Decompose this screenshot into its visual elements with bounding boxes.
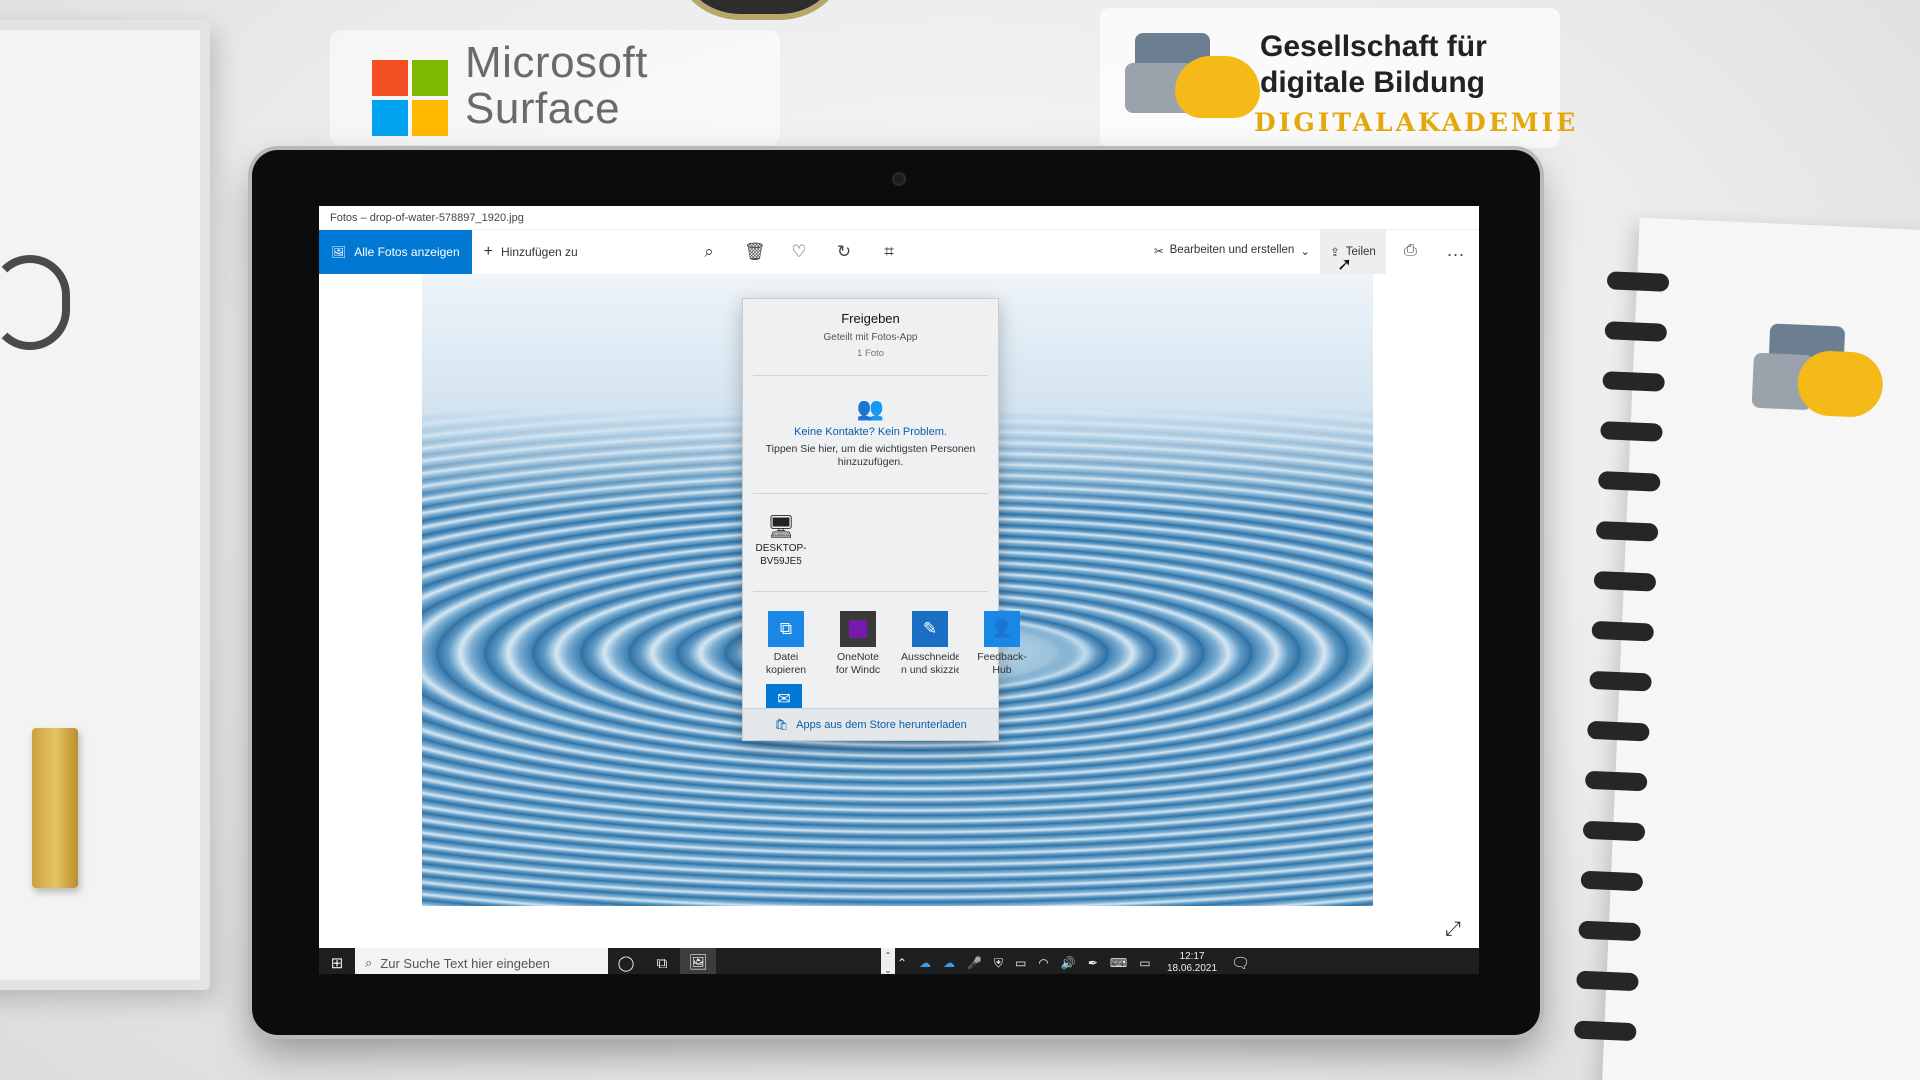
plus-icon: + <box>483 243 493 260</box>
copy-icon: ⧉ <box>768 611 804 647</box>
screen: Fotos – drop-of-water-578897_1920.jpg 🖼 … <box>319 206 1479 974</box>
expand-icon[interactable]: ⤢ <box>1445 918 1461 941</box>
taskbar-scroll-arrows[interactable]: ⌃ ⌄ <box>881 948 895 974</box>
photo-icon: 🖼 <box>331 245 347 259</box>
microsoft-surface-text: Microsoft Surface <box>465 38 648 133</box>
camera <box>892 172 906 186</box>
notifications-icon[interactable]: 🗨 <box>1231 954 1250 972</box>
onedrive-icon[interactable]: ☁ <box>919 956 931 970</box>
microsoft-surface-logo: Microsoft Surface <box>330 30 780 145</box>
app-feedback-hub[interactable]: 👤 Feedback- Hub <box>973 611 1031 677</box>
pen-icon[interactable]: ✒ <box>1088 956 1098 970</box>
microphone-icon[interactable]: 🎤 <box>967 956 982 970</box>
app-onenote[interactable]: OneNote for Windc <box>829 611 887 677</box>
edit-create-button[interactable]: ✂ Bearbeiten und erstellen ⌄ <box>1154 244 1310 258</box>
binder-clip <box>0 255 70 350</box>
gdb-name-line1: Gesellschaft für <box>1260 30 1487 63</box>
add-contacts-area[interactable]: 👥 Keine Kontakte? Kein Problem. Tippen S… <box>743 396 998 469</box>
onenote-icon <box>840 611 876 647</box>
rotate-icon[interactable]: ↻ <box>834 242 854 262</box>
store-link[interactable]: 🛍 Apps aus dem Store herunterladen <box>743 708 998 740</box>
windows-icon: ⊞ <box>330 955 344 972</box>
mouse-cursor-icon: ➚ <box>1337 254 1353 274</box>
surface-tablet: Fotos – drop-of-water-578897_1920.jpg 🖼 … <box>252 150 1540 1035</box>
photos-app-taskbar-icon[interactable]: 🖼 <box>680 948 716 974</box>
share-count: 1 Foto <box>857 348 884 359</box>
contacts-text: Tippen Sie hier, um die wichtigsten Pers… <box>765 443 976 468</box>
wifi-icon[interactable]: ◠ <box>1038 956 1048 970</box>
spiral-notebook <box>1573 217 1920 1080</box>
gdb-academy: DIGITALAKADEMIE <box>1254 108 1579 137</box>
edit-icon: ✂ <box>1154 246 1164 258</box>
store-icon: 🛍 <box>774 719 789 731</box>
eraser <box>32 728 78 888</box>
device-name: DESKTOP- BV59JE5 <box>755 543 807 567</box>
share-subtitle: Geteilt mit Fotos-App <box>823 332 918 343</box>
brain-icon <box>1175 56 1260 118</box>
security-icon[interactable]: ⛨ <box>994 956 1003 971</box>
gdb-logo: Gesellschaft für digitale Bildung DIGITA… <box>1100 8 1575 148</box>
search-icon: ⌕ <box>365 955 373 970</box>
share-button[interactable]: ⇪ Teilen <box>1320 230 1386 274</box>
chevron-up-icon[interactable]: ⌃ <box>897 956 907 970</box>
people-icon: 👥 <box>856 396 885 421</box>
taskbar: ⊞ ⌕ Zur Suche Text hier eingeben ◯ ⧉ 🖼 ⌃… <box>319 948 1479 974</box>
contacts-heading: Keine Kontakte? Kein Problem. <box>794 426 947 438</box>
share-panel: Freigeben Geteilt mit Fotos-App 1 Foto 👥… <box>742 298 1027 741</box>
keyboard-icon[interactable]: ⌨ <box>1110 956 1127 970</box>
taskbar-clock[interactable]: 12:17 18.06.2021 <box>1167 951 1217 974</box>
coin <box>670 0 850 20</box>
task-view-icon[interactable]: ⧉ <box>644 948 680 974</box>
app-snip-sketch[interactable]: ✎ Ausschneide n und skizzie <box>901 611 959 677</box>
taskbar-search-input[interactable]: ⌕ Zur Suche Text hier eingeben <box>355 948 608 974</box>
snip-sketch-icon: ✎ <box>912 611 948 647</box>
feedback-hub-icon: 👤 <box>984 611 1020 647</box>
cortana-icon[interactable]: ◯ <box>608 948 644 974</box>
app-copy-file[interactable]: ⧉ Datei kopieren <box>757 611 815 677</box>
gdb-name-line2: digitale Bildung <box>1260 66 1485 99</box>
system-tray: ⌃ ☁ ☁ 🎤 ⛨ ▭ ◠ 🔊 ✒ ⌨ ▭ <box>897 948 1151 974</box>
volume-icon[interactable]: 🔊 <box>1061 956 1076 970</box>
onedrive-business-icon[interactable]: ☁ <box>943 956 955 970</box>
start-button[interactable]: ⊞ <box>319 948 355 974</box>
share-title: Freigeben <box>841 311 900 326</box>
add-to-button[interactable]: + Hinzufügen zu <box>484 243 578 261</box>
microsoft-logo-icon <box>372 60 448 136</box>
print-icon[interactable]: ⎙ <box>1404 242 1417 260</box>
window-title: Fotos – drop-of-water-578897_1920.jpg <box>319 206 1479 230</box>
more-options-button[interactable]: ... <box>1447 240 1465 261</box>
photos-toolbar: 🖼 Alle Fotos anzeigen + Hinzufügen zu ⌕ … <box>319 230 1479 274</box>
battery-icon[interactable]: ▭ <box>1015 956 1026 970</box>
computer-icon: 🖥 <box>767 514 795 539</box>
display-icon[interactable]: ▭ <box>1139 956 1150 970</box>
zoom-icon[interactable]: ⌕ <box>699 242 719 262</box>
favorite-icon[interactable]: ♡ <box>789 242 809 262</box>
brain-icon <box>1796 349 1885 419</box>
share-apps: ⧉ Datei kopieren OneNote for Windc ✎ Aus… <box>757 611 1031 677</box>
delete-icon[interactable]: 🗑 <box>744 242 766 262</box>
nearby-device[interactable]: 🖥 DESKTOP- BV59JE5 <box>753 514 809 568</box>
chevron-down-icon: ⌄ <box>1300 246 1310 258</box>
all-photos-button[interactable]: 🖼 Alle Fotos anzeigen <box>319 230 472 274</box>
crop-icon[interactable]: ⌗ <box>879 242 899 262</box>
